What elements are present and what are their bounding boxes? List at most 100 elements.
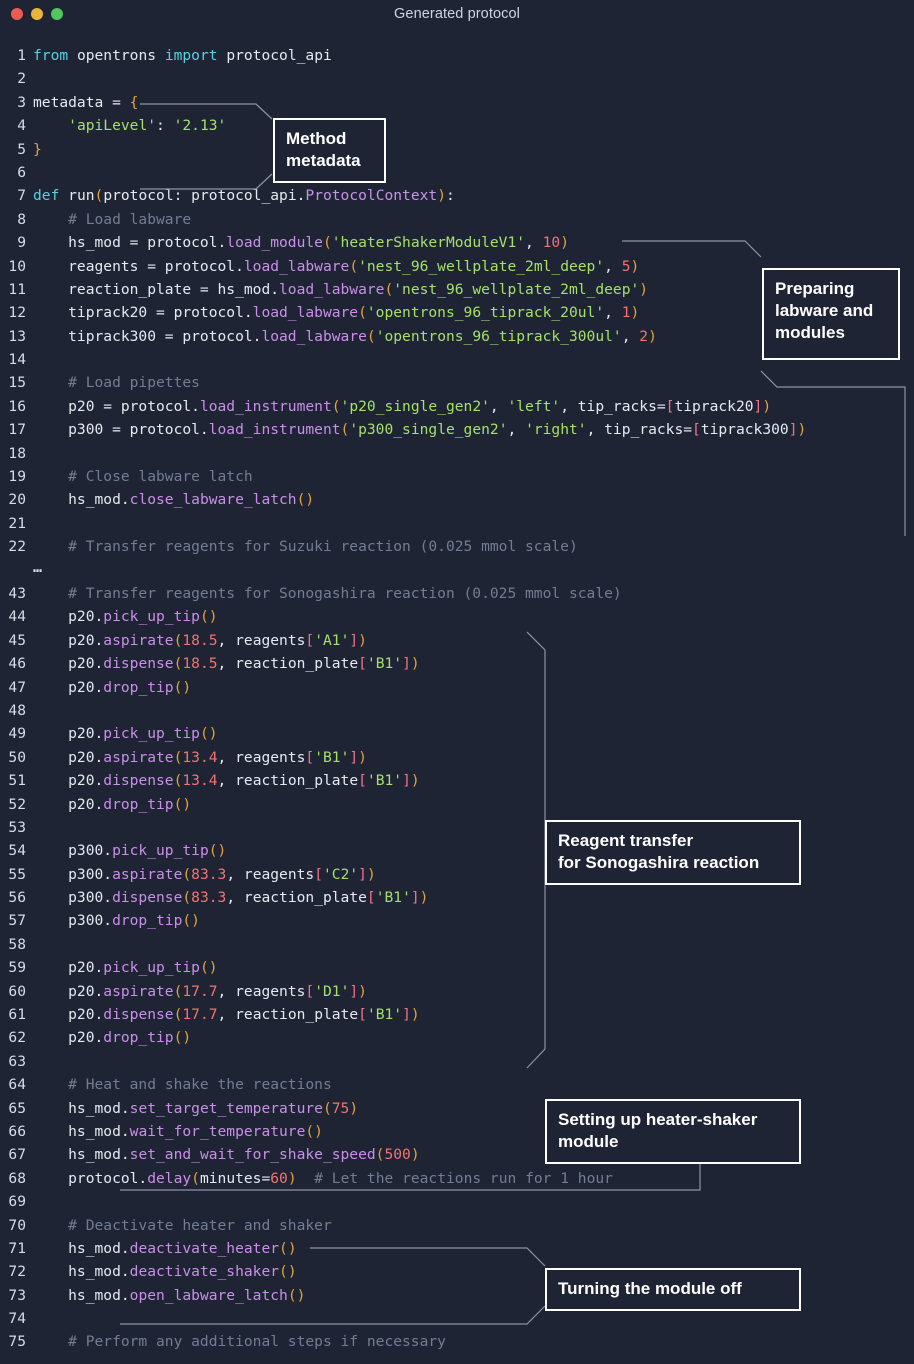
line-number: 60 [0, 980, 26, 1003]
token-pln: reaction_plate [235, 1006, 358, 1023]
code-line[interactable]: 63 [0, 1050, 914, 1073]
token-str: 'left' [507, 398, 560, 415]
line-number: 67 [0, 1143, 26, 1166]
code-line[interactable]: 49 p20.pick_up_tip() [0, 722, 914, 745]
close-button[interactable] [11, 8, 23, 20]
code-line[interactable]: 43 # Transfer reagents for Sonogashira r… [0, 582, 914, 605]
code-line-text: # Close labware latch [26, 465, 253, 488]
token-pln: p300 = protocol. [33, 421, 209, 438]
code-line[interactable]: 58 [0, 933, 914, 956]
line-number: 61 [0, 1003, 26, 1026]
code-line-text: # Transfer reagents for Suzuki reaction … [26, 535, 578, 558]
line-number: 15 [0, 371, 26, 394]
code-line[interactable]: 48 [0, 699, 914, 722]
code-line[interactable]: 5} [0, 138, 914, 161]
token-fn: set_target_temperature [130, 1100, 323, 1117]
line-number: 72 [0, 1260, 26, 1283]
code-line[interactable]: 19 # Close labware latch [0, 465, 914, 488]
code-line[interactable]: 68 protocol.delay(minutes=60) # Let the … [0, 1167, 914, 1190]
token-par: () [174, 796, 192, 813]
code-line[interactable]: 17 p300 = protocol.load_instrument('p300… [0, 418, 914, 441]
code-line[interactable]: 59 p20.pick_up_tip() [0, 956, 914, 979]
code-line[interactable] [0, 559, 914, 582]
code-line-text: p20.aspirate(17.7, reagents['D1']) [26, 980, 367, 1003]
code-line-text: hs_mod.set_and_wait_for_shake_speed(500) [26, 1143, 420, 1166]
code-line[interactable]: 75 # Perform any additional steps if nec… [0, 1330, 914, 1353]
token-par: ) [762, 398, 771, 415]
code-line[interactable]: 20 hs_mod.close_labware_latch() [0, 488, 914, 511]
code-line[interactable]: 6 [0, 161, 914, 184]
line-number: 68 [0, 1167, 26, 1190]
token-pln: p20. [33, 1029, 103, 1046]
code-line[interactable]: 69 [0, 1190, 914, 1213]
code-line[interactable]: 56 p300.dispense(83.3, reaction_plate['B… [0, 886, 914, 909]
code-line[interactable]: 60 p20.aspirate(17.7, reagents['D1']) [0, 980, 914, 1003]
token-par: ( [332, 398, 341, 415]
code-line[interactable]: 47 p20.drop_tip() [0, 676, 914, 699]
code-line[interactable]: 1from opentrons import protocol_api [0, 44, 914, 67]
token-par: () [297, 491, 315, 508]
line-number: 20 [0, 488, 26, 511]
code-line-text: p300 = protocol.load_instrument('p300_si… [26, 418, 806, 441]
code-line[interactable]: 45 p20.aspirate(18.5, reagents['A1']) [0, 629, 914, 652]
code-line[interactable]: 18 [0, 442, 914, 465]
token-str: '2.13' [174, 117, 227, 134]
token-pln: , [490, 398, 508, 415]
token-par: ) [648, 328, 657, 345]
maximize-button[interactable] [51, 8, 63, 20]
token-str: 'p20_single_gen2' [341, 398, 490, 415]
code-line[interactable]: 50 p20.aspirate(13.4, reagents['B1']) [0, 746, 914, 769]
code-line-text: p20.dispense(17.7, reaction_plate['B1']) [26, 1003, 420, 1026]
code-line[interactable]: 70 # Deactivate heater and shaker [0, 1214, 914, 1237]
token-fn: aspirate [103, 632, 173, 649]
token-str: 'B1' [367, 1006, 402, 1023]
token-par: ( [182, 866, 191, 883]
code-line[interactable]: 51 p20.dispense(13.4, reaction_plate['B1… [0, 769, 914, 792]
code-line[interactable]: 46 p20.dispense(18.5, reaction_plate['B1… [0, 652, 914, 675]
code-line[interactable]: 2 [0, 67, 914, 90]
line-number: 50 [0, 746, 26, 769]
code-line[interactable]: 7def run(protocol: protocol_api.Protocol… [0, 184, 914, 207]
token-str: 'B1' [376, 889, 411, 906]
line-number: 2 [0, 67, 26, 90]
line-number: 66 [0, 1120, 26, 1143]
token-pln: run [68, 187, 94, 204]
token-pln: hs_mod. [33, 1146, 130, 1163]
token-brk: ] [402, 772, 411, 789]
token-brk: [ [367, 889, 376, 906]
line-number: 64 [0, 1073, 26, 1096]
code-line[interactable]: 71 hs_mod.deactivate_heater() [0, 1237, 914, 1260]
token-fn: drop_tip [112, 912, 182, 929]
code-line[interactable]: 16 p20 = protocol.load_instrument('p20_s… [0, 395, 914, 418]
code-line[interactable]: 4 'apiLevel': '2.13' [0, 114, 914, 137]
code-line[interactable]: 57 p300.drop_tip() [0, 909, 914, 932]
code-line-text: metadata = { [26, 91, 138, 114]
collapsed-code-ellipsis[interactable]: … [33, 560, 43, 575]
line-number: 8 [0, 208, 26, 231]
code-line[interactable]: 8 # Load labware [0, 208, 914, 231]
line-number: 44 [0, 605, 26, 628]
token-pln: hs_mod. [33, 1240, 130, 1257]
code-line[interactable]: 15 # Load pipettes [0, 371, 914, 394]
code-line[interactable]: 52 p20.drop_tip() [0, 793, 914, 816]
code-line[interactable]: 61 p20.dispense(17.7, reaction_plate['B1… [0, 1003, 914, 1026]
code-line[interactable]: 62 p20.drop_tip() [0, 1026, 914, 1049]
token-par: ) [411, 772, 420, 789]
token-num: 17.7 [182, 1006, 217, 1023]
token-brk: [ [358, 772, 367, 789]
token-cmt: # Let the reactions run for 1 hour [297, 1170, 613, 1187]
code-line-text: p20 = protocol.load_instrument('p20_sing… [26, 395, 771, 418]
code-line[interactable]: 44 p20.pick_up_tip() [0, 605, 914, 628]
code-line[interactable]: 64 # Heat and shake the reactions [0, 1073, 914, 1096]
code-line[interactable]: 21 [0, 512, 914, 535]
code-line[interactable]: 3metadata = { [0, 91, 914, 114]
token-par: ( [323, 1100, 332, 1117]
code-line[interactable]: 9 hs_mod = protocol.load_module('heaterS… [0, 231, 914, 254]
minimize-button[interactable] [31, 8, 43, 20]
token-str: 'right' [525, 421, 587, 438]
code-line-text: tiprack300 = protocol.load_labware('open… [26, 325, 657, 348]
code-line[interactable]: 22 # Transfer reagents for Suzuki reacti… [0, 535, 914, 558]
line-number: 62 [0, 1026, 26, 1049]
token-fn: pick_up_tip [103, 608, 200, 625]
token-pln: , [226, 866, 244, 883]
